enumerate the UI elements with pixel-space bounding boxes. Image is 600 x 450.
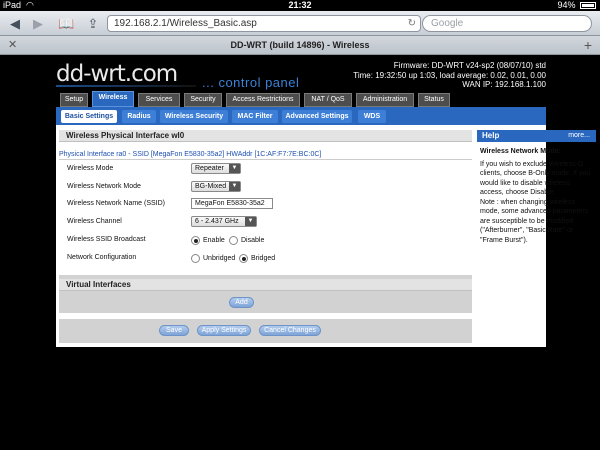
logo-underline — [56, 85, 196, 87]
channel-select[interactable]: 6 - 2.437 GHz ▼ — [191, 216, 257, 227]
broadcast-enable-radio[interactable] — [191, 236, 200, 245]
tab-status[interactable]: Status — [418, 93, 450, 107]
section-header: Wireless Physical Interface wl0 — [59, 130, 472, 142]
subtab-advanced-settings[interactable]: Advanced Settings — [282, 110, 352, 123]
ssid-label: Wireless Network Name (SSID) — [67, 200, 166, 207]
ddwrt-logo: dd-wrt.com — [56, 61, 178, 87]
channel-value: 6 - 2.437 GHz — [195, 218, 239, 225]
network-mode-value: BG-Mixed — [195, 183, 227, 190]
interface-info: Physical Interface ra0 - SSID [MegaFon E… — [59, 151, 322, 158]
chevron-down-icon: ▼ — [229, 164, 240, 173]
help-more-link[interactable]: more... — [568, 130, 590, 142]
divider — [59, 159, 472, 160]
content-area: Wireless Physical Interface wl0 Physical… — [56, 125, 596, 347]
channel-label: Wireless Channel — [67, 218, 122, 225]
help-note: Note : when changing wireless mode, some… — [480, 198, 589, 244]
firmware-text: Firmware: DD-WRT v24-sp2 (08/07/10) std — [393, 61, 546, 70]
subtab-radius[interactable]: Radius — [122, 110, 156, 123]
url-text: 192.168.2.1/Wireless_Basic.asp — [114, 18, 257, 29]
tab-title[interactable]: DD-WRT (build 14896) - Wireless — [0, 36, 600, 55]
unbridged-radio[interactable] — [191, 254, 200, 263]
network-mode-select[interactable]: BG-Mixed ▼ — [191, 181, 241, 192]
forward-icon[interactable]: ▶ — [31, 16, 45, 31]
subtab-wireless-security[interactable]: Wireless Security — [160, 110, 228, 123]
tab-services[interactable]: Services — [138, 93, 180, 107]
help-text: If you wish to exclude Wireless-G client… — [480, 160, 591, 197]
tab-administration[interactable]: Administration — [356, 93, 414, 107]
network-mode-label: Wireless Network Mode — [67, 183, 141, 190]
uptime-text: Time: 19:32:50 up 1:03, load average: 0.… — [353, 70, 546, 80]
web-page: dd-wrt.com ... control panel Firmware: D… — [0, 55, 600, 450]
back-icon[interactable]: ◀ — [8, 16, 22, 31]
tab-wireless[interactable]: Wireless — [92, 91, 134, 107]
ssid-broadcast-label: Wireless SSID Broadcast — [67, 236, 146, 243]
browser-tab-bar: ✕ DD-WRT (build 14896) - Wireless + — [0, 36, 600, 55]
clock: 21:32 — [288, 0, 312, 10]
control-panel-text: ... control panel — [202, 75, 300, 90]
tab-security[interactable]: Security — [184, 93, 222, 107]
ssid-input[interactable]: MegaFon E5830-35a2 — [191, 198, 273, 209]
tab-nat-qos[interactable]: NAT / QoS — [304, 93, 352, 107]
wan-ip-text: WAN IP: 192.168.1.100 — [462, 80, 546, 89]
browser-toolbar: ◀ ▶ 📖 ⇪ 192.168.2.1/Wireless_Basic.asp ↻… — [0, 11, 600, 36]
virtual-interfaces-header: Virtual Interfaces — [59, 279, 472, 291]
ddwrt-header: dd-wrt.com ... control panel Firmware: D… — [56, 55, 546, 95]
unbridged-label: Unbridged — [203, 255, 236, 262]
broadcast-disable-label: Disable — [241, 237, 265, 244]
chevron-down-icon: ▼ — [229, 182, 240, 191]
chevron-down-icon: ▼ — [245, 217, 256, 226]
cancel-changes-button[interactable]: Cancel Changes — [259, 325, 321, 336]
subtab-wds[interactable]: WDS — [358, 110, 386, 123]
broadcast-disable-radio[interactable] — [229, 236, 238, 245]
wireless-mode-label: Wireless Mode — [67, 165, 114, 172]
network-config-label: Network Configuration — [67, 254, 137, 261]
reload-icon[interactable]: ↻ — [408, 16, 416, 31]
help-heading: Wireless Network Mode: — [480, 148, 561, 155]
tab-access-restrictions[interactable]: Access Restrictions — [226, 93, 300, 107]
address-bar[interactable]: 192.168.2.1/Wireless_Basic.asp ↻ — [107, 15, 421, 32]
help-body: Wireless Network Mode: If you wish to ex… — [480, 147, 593, 245]
subtab-basic-settings[interactable]: Basic Settings — [61, 110, 117, 123]
bookmarks-icon[interactable]: 📖 — [58, 16, 74, 31]
wireless-mode-value: Repeater — [195, 165, 224, 172]
bridged-radio[interactable] — [239, 254, 248, 263]
router-info: Firmware: DD-WRT v24-sp2 (08/07/10) std … — [353, 61, 546, 90]
add-button[interactable]: Add — [229, 297, 254, 308]
wireless-mode-select[interactable]: Repeater ▼ — [191, 163, 241, 174]
sub-nav: Basic Settings Radius Wireless Security … — [56, 107, 546, 125]
subtab-mac-filter[interactable]: MAC Filter — [232, 110, 278, 123]
broadcast-enable-label: Enable — [203, 237, 225, 244]
apply-settings-button[interactable]: Apply Settings — [197, 325, 251, 336]
battery-percent: 94% — [557, 0, 576, 10]
help-title: Help — [482, 131, 500, 140]
battery-status: 94% — [557, 0, 596, 11]
battery-icon — [580, 2, 596, 10]
search-placeholder: Google — [431, 18, 464, 29]
search-input[interactable]: Google — [422, 15, 592, 32]
help-header: Help more... — [477, 130, 596, 142]
save-button[interactable]: Save — [159, 325, 189, 336]
ios-status-bar: iPad ◠ 21:32 94% — [0, 0, 600, 11]
new-tab-icon[interactable]: + — [584, 37, 592, 53]
bridged-label: Bridged — [251, 255, 276, 262]
tab-setup[interactable]: Setup — [60, 93, 88, 107]
share-icon[interactable]: ⇪ — [86, 16, 100, 31]
action-bar: Save Apply Settings Cancel Changes — [59, 319, 472, 343]
virtual-interfaces-box: Virtual Interfaces Add — [59, 275, 472, 313]
